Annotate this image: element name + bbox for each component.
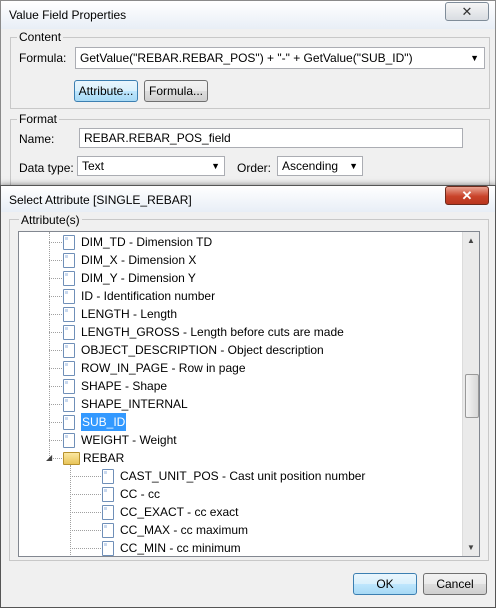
document-icon bbox=[63, 433, 75, 448]
tree-item-label: SHAPE_INTERNAL bbox=[81, 397, 188, 411]
name-label: Name: bbox=[19, 132, 55, 146]
title-bar[interactable]: Select Attribute [SINGLE_REBAR] ✕ bbox=[1, 186, 495, 212]
title-bar[interactable]: Value Field Properties ✕ bbox=[1, 1, 495, 29]
close-icon: ✕ bbox=[461, 4, 473, 19]
scroll-thumb[interactable] bbox=[465, 374, 479, 418]
tree-item[interactable]: CC_MIN - cc minimum bbox=[19, 539, 463, 556]
attributes-group-label: Attribute(s) bbox=[19, 213, 82, 227]
close-button[interactable]: ✕ bbox=[445, 186, 489, 205]
tree-item-label: CC_EXACT - cc exact bbox=[120, 505, 239, 519]
scroll-down-icon[interactable]: ▼ bbox=[463, 539, 479, 556]
document-icon bbox=[63, 343, 75, 358]
close-button[interactable]: ✕ bbox=[445, 2, 489, 21]
document-icon bbox=[102, 469, 114, 484]
tree-item-label: CC_MAX - cc maximum bbox=[120, 523, 249, 537]
cancel-button[interactable]: Cancel bbox=[423, 573, 487, 595]
data-type-select[interactable]: Text ▼ bbox=[77, 156, 225, 176]
document-icon bbox=[63, 397, 75, 412]
tree-item-label: ID - Identification number bbox=[81, 289, 216, 303]
tree-item-label: OBJECT_DESCRIPTION - Object description bbox=[81, 343, 324, 357]
tree-item-label: CAST_UNIT_POS - Cast unit position numbe… bbox=[120, 469, 366, 483]
vertical-scrollbar[interactable]: ▲ ▼ bbox=[462, 232, 479, 556]
tree-item-label: REBAR bbox=[83, 451, 125, 465]
document-icon bbox=[63, 289, 75, 304]
tree-item-label-selected: SUB_ID bbox=[81, 413, 127, 431]
tree-item[interactable]: CAST_UNIT_POS - Cast unit position numbe… bbox=[19, 467, 463, 485]
expand-collapse-icon[interactable]: ◢ bbox=[46, 454, 53, 462]
window-title: Value Field Properties bbox=[9, 8, 127, 22]
document-icon bbox=[102, 541, 114, 556]
tree-item[interactable]: LENGTH_GROSS - Length before cuts are ma… bbox=[19, 323, 463, 341]
formula-combobox[interactable]: GetValue("REBAR.REBAR_POS") + "-" + GetV… bbox=[75, 47, 485, 69]
formula-button[interactable]: Formula... bbox=[144, 80, 208, 102]
document-icon bbox=[63, 415, 75, 430]
attribute-button[interactable]: Attribute... bbox=[74, 80, 138, 102]
format-group-label: Format bbox=[17, 112, 60, 126]
content-group-label: Content bbox=[17, 30, 64, 44]
chevron-down-icon: ▼ bbox=[470, 53, 479, 63]
document-icon bbox=[63, 361, 75, 376]
scroll-up-icon[interactable]: ▲ bbox=[463, 232, 479, 249]
tree-item[interactable]: SUB_ID bbox=[19, 413, 463, 431]
tree-item-label: LENGTH - Length bbox=[81, 307, 178, 321]
tree-item[interactable]: CC_EXACT - cc exact bbox=[19, 503, 463, 521]
document-icon bbox=[102, 487, 114, 502]
attribute-tree[interactable]: DIM_TD - Dimension TD DIM_X - Dimension X… bbox=[18, 231, 480, 557]
name-input[interactable]: REBAR.REBAR_POS_field bbox=[79, 128, 463, 148]
tree-item[interactable]: WEIGHT - Weight bbox=[19, 431, 463, 449]
order-select[interactable]: Ascending ▼ bbox=[277, 156, 363, 176]
chevron-down-icon: ▼ bbox=[349, 161, 358, 171]
data-type-label: Data type: bbox=[19, 161, 74, 175]
tree-item-label: CC_MIN - cc minimum bbox=[120, 541, 241, 555]
document-icon bbox=[63, 379, 75, 394]
tree-item[interactable]: SHAPE_INTERNAL bbox=[19, 395, 463, 413]
tree-item-label: DIM_TD - Dimension TD bbox=[81, 235, 213, 249]
tree-item[interactable]: DIM_X - Dimension X bbox=[19, 251, 463, 269]
dialog-title: Select Attribute [SINGLE_REBAR] bbox=[9, 193, 192, 207]
tree-item[interactable]: ROW_IN_PAGE - Row in page bbox=[19, 359, 463, 377]
document-icon bbox=[63, 235, 75, 250]
tree-item[interactable]: SHAPE - Shape bbox=[19, 377, 463, 395]
tree-item-label: WEIGHT - Weight bbox=[81, 433, 177, 447]
tree-item[interactable]: DIM_TD - Dimension TD bbox=[19, 233, 463, 251]
tree-folder-item[interactable]: ◢ REBAR bbox=[19, 449, 463, 467]
tree-item-label: CC - cc bbox=[120, 487, 160, 501]
document-icon bbox=[63, 325, 75, 340]
data-type-value: Text bbox=[82, 159, 105, 173]
document-icon bbox=[63, 253, 75, 268]
chevron-down-icon: ▼ bbox=[211, 161, 220, 171]
select-attribute-dialog: Select Attribute [SINGLE_REBAR] ✕ Attrib… bbox=[0, 185, 496, 608]
tree-item[interactable]: CC - cc bbox=[19, 485, 463, 503]
document-icon bbox=[102, 523, 114, 538]
tree-item-label: ROW_IN_PAGE - Row in page bbox=[81, 361, 246, 375]
tree-item-label: DIM_X - Dimension X bbox=[81, 253, 197, 267]
tree-item-label: DIM_Y - Dimension Y bbox=[81, 271, 196, 285]
order-label: Order: bbox=[237, 161, 272, 175]
document-icon bbox=[63, 307, 75, 322]
tree-item[interactable]: OBJECT_DESCRIPTION - Object description bbox=[19, 341, 463, 359]
tree-rows: DIM_TD - Dimension TD DIM_X - Dimension X… bbox=[19, 232, 463, 556]
tree-item[interactable]: ID - Identification number bbox=[19, 287, 463, 305]
formula-value: GetValue("REBAR.REBAR_POS") + "-" + GetV… bbox=[80, 51, 413, 65]
folder-icon bbox=[63, 452, 80, 465]
tree-item[interactable]: DIM_Y - Dimension Y bbox=[19, 269, 463, 287]
tree-item[interactable]: CC_MAX - cc maximum bbox=[19, 521, 463, 539]
document-icon bbox=[102, 505, 114, 520]
order-value: Ascending bbox=[282, 159, 339, 173]
ok-button[interactable]: OK bbox=[353, 573, 417, 595]
tree-item-label: SHAPE - Shape bbox=[81, 379, 168, 393]
document-icon bbox=[63, 271, 75, 286]
tree-item-label: LENGTH_GROSS - Length before cuts are ma… bbox=[81, 325, 344, 339]
formula-label: Formula: bbox=[19, 51, 67, 65]
close-icon: ✕ bbox=[461, 188, 473, 203]
tree-item[interactable]: LENGTH - Length bbox=[19, 305, 463, 323]
